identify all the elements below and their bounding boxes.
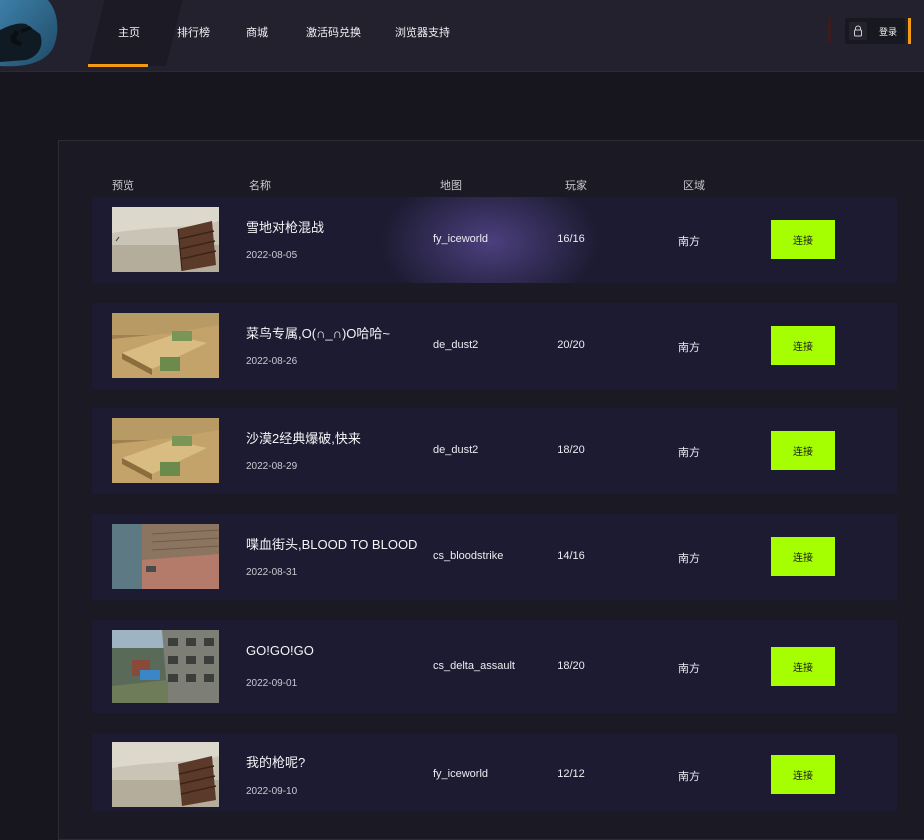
connect-button[interactable]: 连接 — [771, 755, 835, 794]
server-map: cs_delta_assault — [433, 660, 515, 672]
login-label: 登录 — [879, 27, 898, 37]
connect-button[interactable]: 连接 — [771, 220, 835, 259]
nav-item-redeem-code[interactable]: 激活码兑换 — [306, 24, 361, 40]
server-players: 16/16 — [557, 233, 585, 245]
server-row[interactable]: 沙漠2经典爆破,快来 2022-08-29 de_dust2 18/20 南方 … — [92, 408, 897, 494]
site-logo[interactable] — [0, 0, 62, 72]
nav-item-leaderboard[interactable]: 排行榜 — [177, 24, 210, 40]
server-row[interactable]: 雪地对枪混战 2022-08-05 fy_iceworld 16/16 南方 连… — [92, 197, 897, 283]
map-preview-image — [112, 313, 219, 378]
server-date: 2022-09-01 — [246, 678, 298, 689]
nav-item-shop[interactable]: 商城 — [246, 24, 268, 40]
nav-active-underline — [88, 64, 148, 67]
server-name: 菜鸟专属,O(∩_∩)O哈哈~ — [246, 326, 391, 341]
server-region: 南方 — [678, 236, 700, 248]
server-map: de_dust2 — [433, 444, 479, 456]
server-players: 18/20 — [557, 660, 585, 672]
server-map: fy_iceworld — [433, 768, 489, 780]
server-region: 南方 — [678, 663, 700, 675]
server-date: 2022-09-10 — [246, 786, 298, 797]
nav-item-browser-support[interactable]: 浏览器支持 — [395, 24, 450, 40]
connect-button[interactable]: 连接 — [771, 326, 835, 365]
connect-button[interactable]: 连接 — [771, 537, 835, 576]
column-header-region: 区域 — [683, 180, 705, 192]
server-date: 2022-08-31 — [246, 567, 298, 578]
server-name: 沙漠2经典爆破,快来 — [246, 431, 361, 446]
server-row[interactable]: 菜鸟专属,O(∩_∩)O哈哈~ 2022-08-26 de_dust2 20/2… — [92, 303, 897, 389]
server-name: GO!GO!GO — [246, 643, 314, 658]
map-preview-image — [112, 630, 219, 703]
connect-button[interactable]: 连接 — [771, 431, 835, 470]
server-row[interactable]: GO!GO!GO 2022-09-01 cs_delta_assault 18/… — [92, 620, 897, 713]
server-date: 2022-08-29 — [246, 461, 298, 472]
server-map: de_dust2 — [433, 339, 479, 351]
server-region: 南方 — [678, 771, 700, 783]
server-map: fy_iceworld — [433, 233, 489, 245]
column-header-map: 地图 — [440, 180, 462, 192]
map-preview-image — [112, 742, 219, 807]
server-region: 南方 — [678, 447, 700, 459]
server-region: 南方 — [678, 342, 700, 354]
server-name: 喋血街头,BLOOD TO BLOOD — [246, 537, 418, 552]
login-button[interactable]: 登录 — [845, 18, 905, 44]
column-header-name: 名称 — [249, 180, 271, 192]
server-players: 20/20 — [557, 339, 585, 351]
login-left-divider — [828, 18, 831, 44]
server-name: 雪地对枪混战 — [246, 220, 325, 235]
login-right-accent — [908, 18, 911, 44]
server-date: 2022-08-05 — [246, 250, 298, 261]
server-map: cs_bloodstrike — [433, 550, 504, 562]
server-players: 18/20 — [557, 444, 585, 456]
server-players: 12/12 — [557, 768, 585, 780]
server-date: 2022-08-26 — [246, 356, 298, 367]
top-navigation-bar: 主页 排行榜 商城 激活码兑换 浏览器支持 登录 — [0, 0, 924, 72]
server-row[interactable]: 喋血街头,BLOOD TO BLOOD 2022-08-31 cs_bloods… — [92, 514, 897, 600]
server-row[interactable]: 我的枪呢? 2022-09-10 fy_iceworld 12/12 南方 连接 — [92, 734, 897, 811]
column-header-preview: 预览 — [112, 180, 134, 192]
map-preview-image — [112, 524, 219, 589]
connect-button[interactable]: 连接 — [771, 647, 835, 686]
server-name: 我的枪呢? — [246, 755, 306, 770]
column-header-players: 玩家 — [565, 180, 587, 192]
lock-icon — [849, 22, 867, 40]
server-region: 南方 — [678, 553, 700, 565]
map-preview-image — [112, 418, 219, 483]
nav-item-home[interactable]: 主页 — [118, 24, 140, 40]
map-preview-image — [112, 207, 219, 272]
server-players: 14/16 — [557, 550, 585, 562]
